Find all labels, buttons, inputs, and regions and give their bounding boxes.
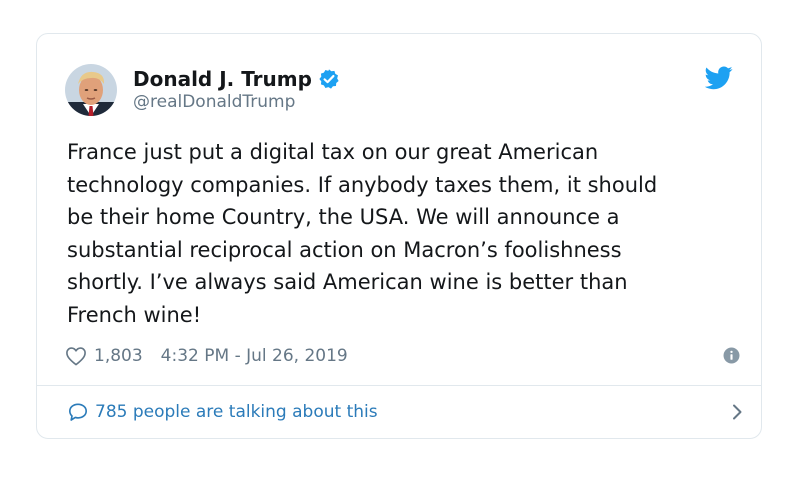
author-handle[interactable]: @realDonaldTrump [133,91,340,113]
divider [37,385,761,386]
author-names: Donald J. Trump @realDonaldTrump [133,67,340,113]
verified-badge-icon [318,68,340,90]
tweet-header: Donald J. Trump @realDonaldTrump [65,62,340,118]
conversation-label[interactable]: 785 people are talking about this [95,402,378,422]
tweet-meta: 1,803 4:32 PM - Jul 26, 2019 [65,343,740,369]
twitter-bird-icon[interactable] [704,66,733,90]
speech-bubble-icon [67,402,89,422]
conversation-link[interactable]: 785 people are talking about this [67,399,742,425]
like-count[interactable]: 1,803 [94,346,143,366]
heart-icon[interactable] [65,346,87,366]
tweet-timestamp[interactable]: 4:32 PM - Jul 26, 2019 [161,346,348,366]
tweet-card[interactable]: Donald J. Trump @realDonaldTrump France … [36,33,762,439]
chevron-right-icon[interactable] [731,403,743,421]
tweet-text: France just put a digital tax on our gre… [67,140,658,327]
display-name-row: Donald J. Trump [133,67,340,91]
avatar[interactable] [65,64,117,116]
info-icon[interactable] [723,347,740,364]
display-name[interactable]: Donald J. Trump [133,67,312,91]
